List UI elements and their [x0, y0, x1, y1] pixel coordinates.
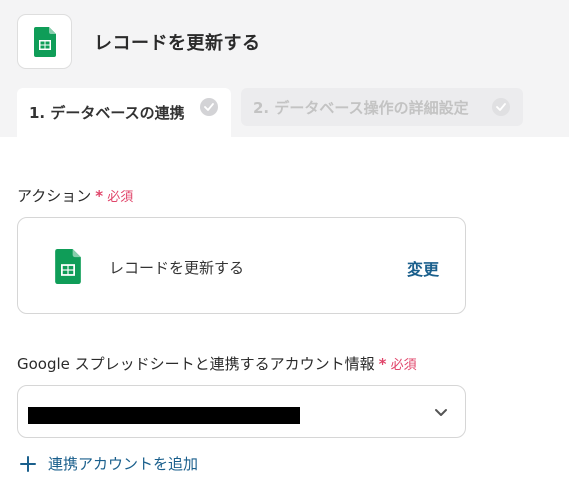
chevron-down-icon [435, 409, 447, 416]
check-circle-icon [492, 98, 510, 116]
google-sheets-icon [55, 249, 81, 284]
action-card: レコードを更新する 変更 [17, 217, 466, 314]
google-sheets-icon [33, 26, 56, 57]
account-select[interactable] [17, 385, 466, 438]
required-badge: * 必須 [378, 355, 417, 373]
required-star: * [95, 187, 104, 205]
required-text: 必須 [390, 358, 417, 373]
plus-icon [20, 455, 36, 472]
add-linked-account-button[interactable]: 連携アカウントを追加 [20, 453, 198, 474]
required-badge: * 必須 [95, 187, 134, 205]
action-field-label: アクション * 必須 [17, 185, 133, 206]
check-circle-icon [200, 98, 218, 116]
required-text: 必須 [107, 190, 134, 205]
page-title: レコードを更新する [94, 33, 261, 54]
account-field-label: Google スプレッドシートと連携するアカウント情報 * 必須 [17, 353, 417, 374]
selected-action-text: レコードを更新する [109, 259, 245, 277]
action-label-text: アクション [17, 187, 92, 205]
redacted-account-value [28, 407, 300, 424]
change-action-button[interactable]: 変更 [407, 256, 439, 280]
tab-label: 2. データベース操作の詳細設定 [253, 98, 469, 117]
app-icon-box [17, 14, 72, 69]
account-label-text: Google スプレッドシートと連携するアカウント情報 [17, 355, 375, 373]
required-star: * [378, 355, 387, 373]
tab-database-link[interactable]: 1. データベースの連携 [17, 88, 231, 137]
header-area: レコードを更新する 1. データベースの連携 2. データベース操作の詳細設定 [0, 0, 569, 137]
add-account-label: 連携アカウントを追加 [48, 455, 199, 473]
tab-label: 1. データベースの連携 [29, 104, 185, 122]
tab-database-operation-settings[interactable]: 2. データベース操作の詳細設定 [241, 88, 523, 126]
